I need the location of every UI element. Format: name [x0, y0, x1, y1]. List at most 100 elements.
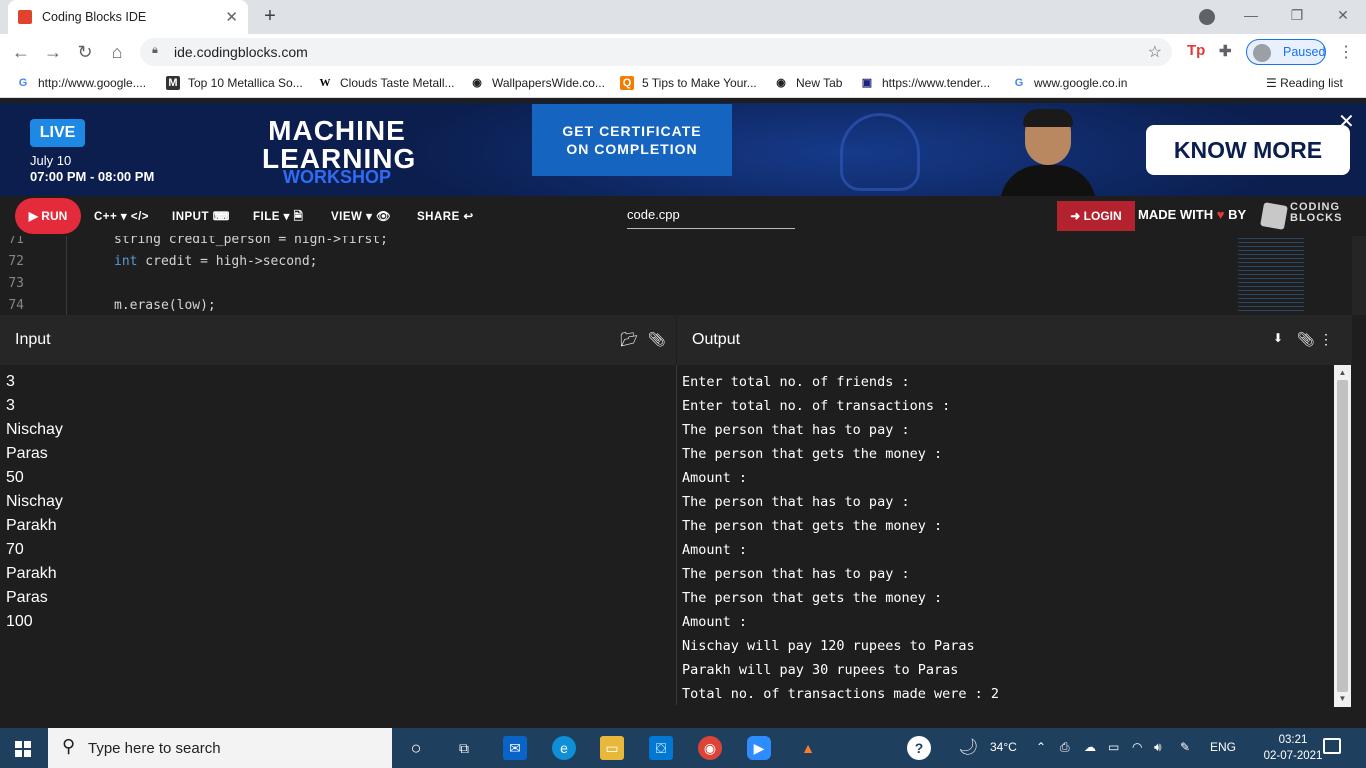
instructor-body	[1000, 165, 1096, 196]
ide-menubar: ▶ RUN C++ ▾ </> INPUT ⌨ FILE ▾ 🗎 VIEW ▾ …	[0, 196, 1366, 236]
banner-title-line1: MACHINE	[268, 115, 406, 146]
share-menu[interactable]: SHARE ↩	[417, 209, 474, 223]
bookmark-item[interactable]: ◉ WallpapersWide.co...	[470, 76, 605, 90]
folder-open-icon[interactable]: 📂︎	[620, 331, 638, 348]
editor-scrollbar[interactable]	[1352, 236, 1366, 315]
code-line[interactable]: int credit = high->second;	[114, 254, 318, 269]
store-icon[interactable]: ⛋	[649, 736, 673, 760]
pen-icon[interactable]: ✎	[1180, 740, 1190, 754]
input-line: Nischay	[6, 421, 63, 438]
bookmark-item[interactable]: Q 5 Tips to Make Your...	[620, 76, 757, 90]
scrollbar-thumb[interactable]	[1337, 380, 1348, 692]
bookmark-item[interactable]: M Top 10 Metallica So...	[166, 76, 303, 90]
browser-tab[interactable]: Coding Blocks IDE ✕	[8, 0, 248, 34]
forward-arrow-icon[interactable]: →	[40, 39, 66, 65]
bookmark-item[interactable]: ◉ New Tab	[774, 76, 842, 90]
tab-close-icon[interactable]: ✕	[225, 8, 238, 26]
bookmark-star-icon[interactable]: ☆	[1148, 42, 1162, 62]
reload-icon[interactable]: ↻	[72, 39, 98, 65]
tp-extension-icon[interactable]: Tp	[1187, 42, 1205, 59]
input-line: Paras	[6, 445, 48, 462]
code-line[interactable]: m.erase(low);	[114, 298, 216, 313]
filename-input[interactable]: code.cpp	[627, 207, 795, 229]
input-menu[interactable]: INPUT ⌨	[172, 209, 230, 223]
file-explorer-icon[interactable]: ▭	[600, 736, 624, 760]
profile-paused-button[interactable]: Paused	[1246, 39, 1326, 65]
run-button[interactable]: ▶ RUN	[15, 198, 81, 234]
file-menu[interactable]: FILE ▾ 🗎	[253, 209, 303, 228]
notification-icon[interactable]	[1323, 738, 1341, 754]
weather-icon[interactable]: 🌙︎	[958, 737, 978, 757]
system-clock[interactable]: 03:21 02-07-2021	[1262, 732, 1324, 764]
address-bar[interactable]: 🔒︎ ide.codingblocks.com ☆	[140, 38, 1172, 66]
bookmark-label: New Tab	[796, 76, 843, 90]
mail-icon[interactable]: ✉	[503, 736, 527, 760]
volume-icon[interactable]: 🔊︎	[1154, 740, 1162, 755]
close-window-button[interactable]: ✕	[1320, 0, 1366, 32]
bookmark-item[interactable]: G www.google.co.in	[1012, 76, 1128, 90]
language-menu[interactable]: C++ ▾ </>	[94, 209, 149, 223]
output-line: Parakh will pay 30 rupees to Paras	[682, 662, 959, 678]
weather-temp[interactable]: 34°C	[990, 740, 1017, 754]
url-text[interactable]: ide.codingblocks.com	[174, 44, 308, 60]
tab-strip: Coding Blocks IDE ✕ + — ❐ ✕	[0, 0, 1366, 34]
tab-search-icon[interactable]	[1199, 9, 1215, 25]
battery-icon[interactable]: ▭	[1108, 740, 1119, 754]
meet-now-icon[interactable]: ⎙	[1060, 740, 1070, 755]
task-view-icon[interactable]: ⧉	[452, 736, 476, 760]
by-text: BY	[1228, 207, 1247, 222]
more-vert-icon[interactable]: ⋮	[1319, 331, 1333, 348]
restore-button[interactable]: ❐	[1274, 0, 1320, 32]
download-icon[interactable]: ⬇	[1273, 331, 1283, 345]
view-menu[interactable]: VIEW ▾ 👁	[331, 209, 391, 223]
coding-blocks-logo[interactable]: CODING BLOCKS	[1260, 202, 1350, 230]
input-textarea[interactable]: 3 3 Nischay Paras 50 Nischay Parakh 70 P…	[0, 365, 676, 728]
windows-start-icon[interactable]	[15, 741, 31, 757]
wifi-icon[interactable]: ◠	[1132, 740, 1142, 754]
output-scrollbar[interactable]: ▲ ▼	[1334, 365, 1351, 707]
code-editor[interactable]: 71 string credit_person = high->first; 7…	[0, 236, 1352, 315]
home-icon[interactable]: ⌂	[104, 39, 130, 65]
bookmark-item[interactable]: G http://www.google....	[16, 76, 146, 90]
scroll-up-icon[interactable]: ▲	[1334, 368, 1351, 377]
attach-icon[interactable]: 📎︎	[1297, 331, 1315, 348]
lock-icon[interactable]: 🔒︎	[152, 44, 162, 56]
chevron-up-icon[interactable]: ⌃	[1036, 740, 1046, 754]
code-line[interactable]: string credit_person = high->first;	[114, 236, 388, 247]
edge-icon[interactable]: e	[552, 736, 576, 760]
banner-close-icon[interactable]: ✕	[1338, 109, 1355, 134]
help-icon[interactable]: ?	[907, 736, 931, 760]
new-tab-button[interactable]: +	[258, 4, 282, 28]
bookmark-item[interactable]: ▣ https://www.tender...	[860, 76, 990, 90]
output-line: Amount :	[682, 542, 748, 558]
scroll-down-icon[interactable]: ▼	[1334, 694, 1351, 703]
brain-circuit-icon	[840, 113, 920, 191]
chrome-icon[interactable]: ◉	[698, 736, 722, 760]
know-more-button[interactable]: KNOW MORE	[1146, 125, 1350, 175]
profile-status: Paused	[1283, 45, 1326, 59]
taskbar-search[interactable]: ⚲ Type here to search	[48, 728, 392, 768]
input-panel-header: Input 📂︎ 📎︎	[0, 315, 676, 365]
globe-icon: ◉	[472, 77, 482, 89]
extensions-puzzle-icon[interactable]: ✚	[1219, 42, 1232, 60]
chrome-menu-icon[interactable]: ⋮	[1338, 42, 1354, 62]
input-line: Parakh	[6, 565, 57, 582]
attach-icon[interactable]: 📎︎	[648, 331, 666, 348]
output-area[interactable]: Enter total no. of friends : Enter total…	[677, 365, 1333, 728]
instructor-hair	[1023, 109, 1073, 127]
zoom-icon[interactable]: ▶	[747, 736, 771, 760]
login-button[interactable]: ➜ LOGIN	[1057, 201, 1135, 231]
made-with-credit: MADE WITH ♥ BY	[1138, 207, 1246, 222]
minimize-button[interactable]: —	[1228, 0, 1274, 32]
browser-toolbar: ← → ↻ ⌂ 🔒︎ ide.codingblocks.com ☆ Tp ✚ P…	[0, 34, 1366, 70]
matlab-icon[interactable]: ▲	[796, 736, 820, 760]
promo-banner[interactable]: LIVE July 10 07:00 PM - 08:00 PM MACHINE…	[0, 103, 1366, 196]
bookmark-item[interactable]: W Clouds Taste Metall...	[318, 76, 455, 90]
reading-list-button[interactable]: ☰ Reading list	[1266, 76, 1343, 90]
cortana-icon[interactable]: ○	[404, 736, 428, 760]
onedrive-icon[interactable]: ☁	[1084, 740, 1096, 754]
code-minimap[interactable]	[1238, 238, 1304, 313]
output-line: Enter total no. of friends :	[682, 374, 910, 390]
back-arrow-icon[interactable]: ←	[8, 39, 34, 65]
language-indicator[interactable]: ENG	[1210, 740, 1236, 754]
